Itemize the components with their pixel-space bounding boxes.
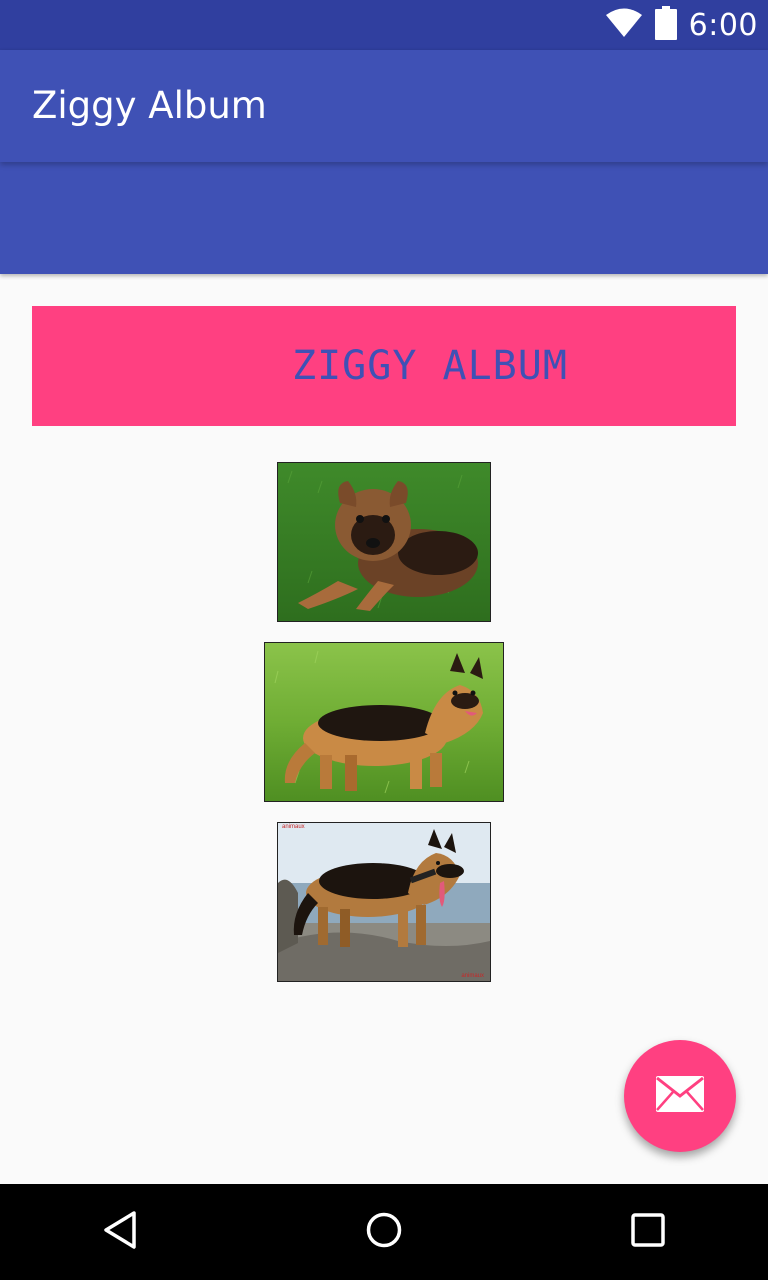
photo-watermark-top: animaux <box>282 824 305 830</box>
app-title: Ziggy Album <box>32 84 267 127</box>
toolbar: Ziggy Album <box>0 50 768 162</box>
email-fab-button[interactable] <box>624 1040 736 1152</box>
wifi-icon <box>605 8 643 43</box>
screen: 6:00 Ziggy Album ZIGGY ALBUM animaux ani… <box>0 0 768 1280</box>
status-icons: 6:00 <box>605 0 758 50</box>
home-icon <box>364 1210 404 1255</box>
status-time: 6:00 <box>688 7 758 43</box>
battery-icon <box>654 5 677 45</box>
banner-text: ZIGGY ALBUM <box>292 343 568 389</box>
dog-on-grass-photo[interactable] <box>264 642 504 802</box>
recent-apps-icon <box>630 1212 666 1253</box>
status-bar: 6:00 <box>0 0 768 50</box>
recent-apps-button[interactable] <box>624 1208 672 1256</box>
app-bar: Ziggy Album <box>0 50 768 274</box>
puppy-photo[interactable] <box>277 462 491 622</box>
email-icon <box>655 1075 705 1118</box>
back-button[interactable] <box>96 1208 144 1256</box>
home-button[interactable] <box>360 1208 408 1256</box>
dog-on-rocks-photo[interactable]: animaux animaux <box>277 822 491 982</box>
photo-watermark-bottom: animaux <box>461 973 484 979</box>
back-icon <box>102 1210 138 1255</box>
navigation-bar <box>0 1184 768 1280</box>
album-banner: ZIGGY ALBUM <box>32 306 736 426</box>
